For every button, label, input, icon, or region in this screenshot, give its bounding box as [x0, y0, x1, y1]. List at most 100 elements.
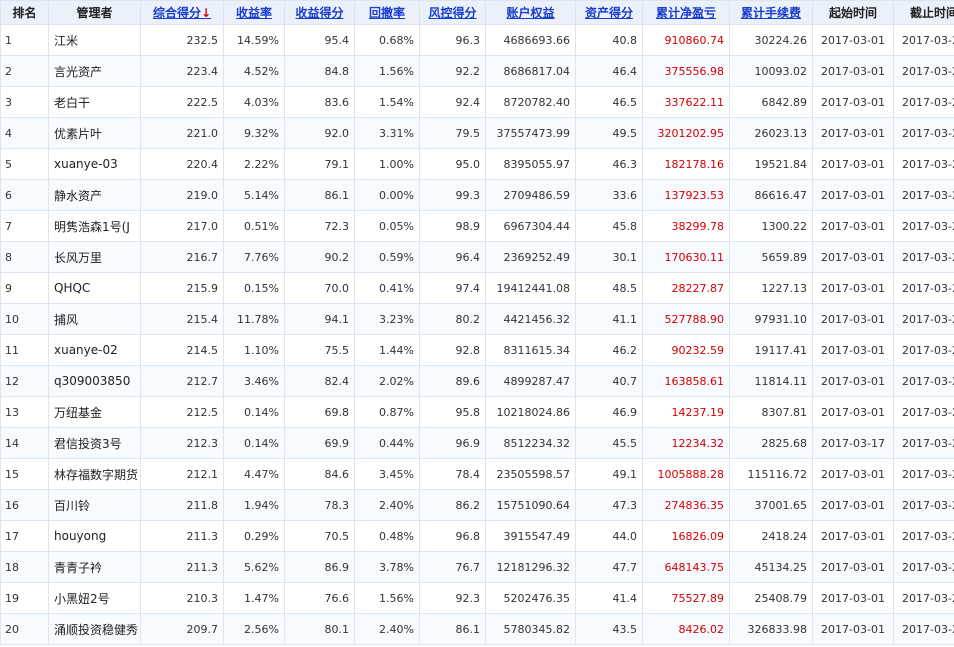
column-header-drawdown[interactable]: 回撤率 [354, 0, 420, 25]
cell-return-score: 94.1 [284, 303, 355, 335]
cell-total-score: 232.5 [140, 24, 224, 56]
table-row: 9 QHQC 215.9 0.15% 70.0 0.41% 97.4 19412441.08 4… [0, 272, 954, 304]
cell-drawdown: 0.44% [354, 427, 420, 459]
column-header-return-score[interactable]: 收益得分 [284, 0, 355, 25]
cell-return-rate: 0.15% [223, 272, 285, 304]
cell-drawdown: 0.05% [354, 210, 420, 242]
cell-manager: 百川铃 [48, 489, 141, 521]
column-header-net-pnl[interactable]: 累计净盈亏 [642, 0, 730, 25]
cell-end: 2017-03-24 [893, 458, 954, 490]
cell-return-score: 76.6 [284, 582, 355, 614]
cell-net-pnl: 90232.59 [642, 334, 730, 366]
cell-return-rate: 11.78% [223, 303, 285, 335]
cell-return-score: 83.6 [284, 86, 355, 118]
cell-drawdown: 0.59% [354, 241, 420, 273]
cell-end: 2017-03-24 [893, 551, 954, 583]
cell-drawdown: 0.87% [354, 396, 420, 428]
cell-drawdown: 0.41% [354, 272, 420, 304]
cell-equity: 6967304.44 [485, 210, 576, 242]
cell-return-rate: 0.29% [223, 520, 285, 552]
cell-drawdown: 1.56% [354, 582, 420, 614]
cell-fees: 11814.11 [729, 365, 813, 397]
table-row: 20 涌顺投资稳健秀 209.7 2.56% 80.1 2.40% 86.1 5780345.… [0, 613, 954, 645]
table-row: 13 万纽基金 212.5 0.14% 69.8 0.87% 95.8 10218024.86… [0, 396, 954, 428]
column-header-manager: 管理者 [48, 0, 141, 25]
table-row: 2 言光资产 223.4 4.52% 84.8 1.56% 92.2 8686817.04 46… [0, 55, 954, 87]
cell-equity: 23505598.57 [485, 458, 576, 490]
cell-rank: 15 [0, 458, 49, 490]
cell-drawdown: 1.00% [354, 148, 420, 180]
cell-net-pnl: 3201202.95 [642, 117, 730, 149]
cell-drawdown: 3.78% [354, 551, 420, 583]
cell-rank: 9 [0, 272, 49, 304]
cell-end: 2017-03-24 [893, 582, 954, 614]
table-row: 5 xuanye-03 220.4 2.22% 79.1 1.00% 95.0 8395055… [0, 148, 954, 180]
cell-drawdown: 0.68% [354, 24, 420, 56]
cell-equity: 8395055.97 [485, 148, 576, 180]
cell-end: 2017-03-24 [893, 179, 954, 211]
table-row: 8 长风万里 216.7 7.76% 90.2 0.59% 96.4 2369252.49 30… [0, 241, 954, 273]
cell-fees: 115116.72 [729, 458, 813, 490]
cell-net-pnl: 163858.61 [642, 365, 730, 397]
cell-net-pnl: 337622.11 [642, 86, 730, 118]
column-header-equity[interactable]: 账户权益 [485, 0, 576, 25]
cell-equity: 2709486.59 [485, 179, 576, 211]
cell-return-score: 86.1 [284, 179, 355, 211]
cell-risk-score: 86.2 [419, 489, 486, 521]
cell-return-rate: 7.76% [223, 241, 285, 273]
cell-return-rate: 1.47% [223, 582, 285, 614]
cell-drawdown: 1.56% [354, 55, 420, 87]
cell-fees: 1300.22 [729, 210, 813, 242]
cell-risk-score: 86.1 [419, 613, 486, 645]
cell-end: 2017-03-24 [893, 334, 954, 366]
cell-return-score: 70.5 [284, 520, 355, 552]
column-header-label: 综合得分 [152, 6, 201, 20]
cell-start: 2017-03-01 [812, 148, 894, 180]
cell-manager: 万纽基金 [48, 396, 141, 428]
cell-total-score: 209.7 [140, 613, 224, 645]
cell-return-rate: 2.22% [223, 148, 285, 180]
cell-fees: 25408.79 [729, 582, 813, 614]
cell-equity: 4899287.47 [485, 365, 576, 397]
cell-start: 2017-03-17 [812, 427, 894, 459]
column-header-risk-score[interactable]: 风控得分 [419, 0, 486, 25]
column-header-rank: 排名 [0, 0, 49, 25]
cell-risk-score: 99.3 [419, 179, 486, 211]
column-header-label: 回撤率 [368, 6, 405, 20]
cell-asset-score: 41.1 [575, 303, 643, 335]
cell-manager: 君信投资3号 [48, 427, 141, 459]
cell-return-score: 84.6 [284, 458, 355, 490]
cell-return-score: 79.1 [284, 148, 355, 180]
cell-manager: xuanye-03 [48, 148, 141, 180]
cell-fees: 19521.84 [729, 148, 813, 180]
cell-manager: houyong [48, 520, 141, 552]
cell-return-rate: 1.94% [223, 489, 285, 521]
cell-rank: 2 [0, 55, 49, 87]
cell-start: 2017-03-01 [812, 241, 894, 273]
cell-asset-score: 47.7 [575, 551, 643, 583]
table-row: 3 老白干 222.5 4.03% 83.6 1.54% 92.4 8720782.40 46.… [0, 86, 954, 118]
cell-rank: 20 [0, 613, 49, 645]
column-header-asset-score[interactable]: 资产得分 [575, 0, 643, 25]
column-header-return-rate[interactable]: 收益率 [223, 0, 285, 25]
table-body: 1 江米 232.5 14.59% 95.4 0.68% 96.3 4686693.66 40.… [0, 24, 954, 645]
column-header-label: 起始时间 [828, 6, 877, 20]
cell-net-pnl: 274836.35 [642, 489, 730, 521]
cell-risk-score: 96.3 [419, 24, 486, 56]
column-header-total-score[interactable]: 综合得分↓ [140, 0, 224, 25]
cell-net-pnl: 375556.98 [642, 55, 730, 87]
cell-asset-score: 40.7 [575, 365, 643, 397]
cell-total-score: 211.8 [140, 489, 224, 521]
table-row: 18 青青子衿 211.3 5.62% 86.9 3.78% 76.7 12181296.32… [0, 551, 954, 583]
column-header-fees[interactable]: 累计手续费 [729, 0, 813, 25]
cell-return-score: 82.4 [284, 365, 355, 397]
cell-return-score: 95.4 [284, 24, 355, 56]
column-header-label: 资产得分 [584, 6, 633, 20]
cell-risk-score: 89.6 [419, 365, 486, 397]
cell-start: 2017-03-01 [812, 117, 894, 149]
cell-total-score: 212.5 [140, 396, 224, 428]
cell-fees: 10093.02 [729, 55, 813, 87]
cell-total-score: 211.3 [140, 551, 224, 583]
cell-end: 2017-03-24 [893, 55, 954, 87]
cell-equity: 12181296.32 [485, 551, 576, 583]
